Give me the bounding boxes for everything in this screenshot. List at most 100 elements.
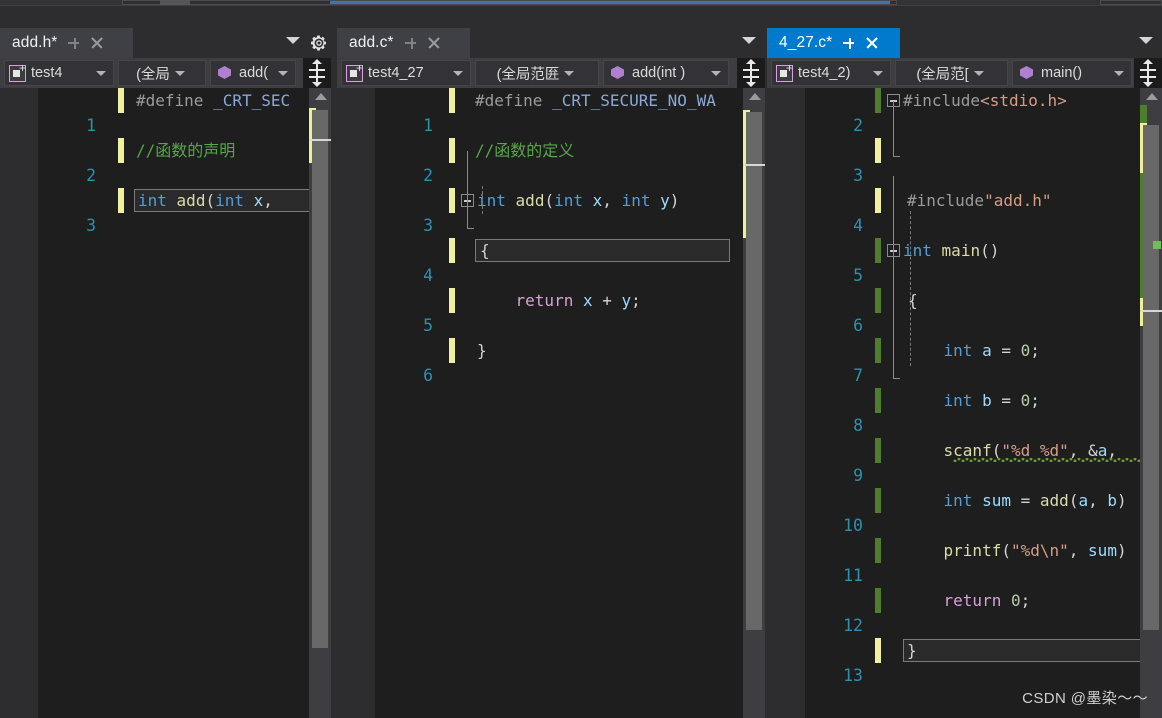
code-area-pane-2[interactable]: 1 #define _CRT_SECURE_NO_WA 2 //函数的定义 3 … — [375, 88, 765, 718]
code-line[interactable]: 7 int a = 0; — [805, 338, 1162, 385]
line-number: 3 — [853, 166, 863, 185]
close-icon[interactable] — [426, 35, 442, 51]
chevron-down-icon[interactable] — [742, 37, 756, 44]
chevron-down-icon — [453, 70, 463, 76]
change-bar — [875, 338, 881, 363]
project-combo[interactable]: test4_27 — [341, 60, 471, 86]
outline-guide-line — [893, 101, 894, 156]
scope-combo[interactable]: (全局范[ — [895, 60, 1008, 86]
navigation-bar-pane-2: test4_27 (全局范匥 add(int ) — [337, 58, 765, 88]
vertical-scrollbar-pane-1[interactable] — [309, 88, 331, 718]
code-area-pane-1[interactable]: 1 #define _CRT_SEC 2 //函数的声明 3 int add(i… — [38, 88, 331, 718]
code-line[interactable]: 8 int b = 0; — [805, 388, 1162, 435]
pin-icon[interactable] — [66, 36, 81, 51]
tab-add-c[interactable]: add.c* — [337, 28, 470, 58]
code-line[interactable]: 6 } — [375, 338, 765, 385]
code-editor-pane-3[interactable]: 2 #include<stdio.h> 3 4 #include"add.h" — [767, 88, 1162, 718]
chevron-down-icon[interactable] — [1139, 37, 1153, 44]
code-line[interactable]: 5 int main() — [805, 238, 1162, 285]
change-bar — [449, 288, 455, 313]
chevron-down-icon — [873, 70, 883, 76]
code-text: { — [480, 241, 490, 260]
code-line[interactable]: 3 int add(int x, — [38, 188, 331, 235]
code-line[interactable]: 3 int add(int x, int y) — [375, 188, 765, 235]
member-combo[interactable]: add(int ) — [603, 60, 729, 86]
code-line[interactable]: 3 — [805, 138, 1162, 185]
code-line[interactable]: 2 #include<stdio.h> — [805, 88, 1162, 135]
project-combo[interactable]: test4 — [4, 60, 114, 86]
scrollbar-thumb[interactable] — [1143, 125, 1159, 630]
change-bar — [875, 438, 881, 463]
line-number: 4 — [423, 266, 433, 285]
code-line[interactable]: 6 { — [805, 288, 1162, 335]
project-combo-label: test4_2) — [798, 65, 851, 81]
close-icon[interactable] — [864, 35, 880, 51]
split-view-icon[interactable] — [737, 58, 765, 88]
change-bar — [875, 638, 881, 663]
line-number: 3 — [86, 216, 96, 235]
code-line[interactable]: 4 { — [375, 238, 765, 285]
code-text: //函数的声明 — [136, 141, 236, 160]
scroll-up-arrow-icon[interactable] — [1146, 93, 1158, 100]
project-icon — [9, 62, 26, 82]
code-line[interactable]: 1 #define _CRT_SECURE_NO_WA — [375, 88, 765, 135]
code-editor-pane-2[interactable]: 1 #define _CRT_SECURE_NO_WA 2 //函数的定义 3 … — [337, 88, 765, 718]
member-combo-label: add(int ) — [632, 65, 686, 81]
outline-guide-elbow — [893, 378, 900, 379]
line-number: 9 — [853, 466, 863, 485]
chrome-strip-right — [1100, 0, 1162, 5]
window-chrome-strip — [0, 0, 1162, 6]
change-bar — [449, 188, 455, 213]
code-line[interactable]: 9 scanf("%d %d", &a, — [805, 438, 1162, 485]
chevron-down-icon[interactable] — [286, 37, 300, 44]
chevron-down-icon — [1114, 70, 1124, 76]
line-number: 2 — [86, 166, 96, 185]
outline-guide-line — [467, 151, 468, 228]
change-bar — [875, 538, 881, 563]
tab-4-27-c[interactable]: 4_27.c* — [767, 28, 900, 58]
change-bar — [875, 488, 881, 513]
code-line[interactable]: 2 //函数的定义 — [375, 138, 765, 185]
code-area-pane-3[interactable]: 2 #include<stdio.h> 3 4 #include"add.h" — [805, 88, 1162, 718]
code-text: } — [907, 641, 917, 660]
tab-row-pane-1: add.h* — [0, 25, 331, 58]
project-combo[interactable]: test4_2) — [771, 60, 891, 86]
code-editor-pane-1[interactable]: 1 #define _CRT_SEC 2 //函数的声明 3 int add(i… — [0, 88, 331, 718]
code-text: #include"add.h" — [907, 191, 1052, 210]
scope-combo[interactable]: (全局范匥 — [475, 60, 599, 86]
code-line[interactable]: 1 #define _CRT_SEC — [38, 88, 331, 135]
gear-icon[interactable] — [310, 34, 328, 52]
code-line[interactable]: 12 return 0; — [805, 588, 1162, 635]
code-text: #define _CRT_SECURE_NO_WA — [475, 91, 716, 110]
code-text: #define _CRT_SEC — [136, 91, 291, 110]
project-icon — [776, 62, 793, 82]
code-text: return 0; — [943, 591, 1031, 610]
scroll-up-arrow-icon[interactable] — [749, 93, 761, 100]
split-view-icon[interactable] — [1134, 58, 1162, 88]
code-line[interactable]: 13 } — [805, 638, 1162, 685]
code-line[interactable]: 10 int sum = add(a, b) — [805, 488, 1162, 535]
close-icon[interactable] — [89, 35, 105, 51]
pin-icon[interactable] — [403, 36, 418, 51]
scrollbar-thumb[interactable] — [312, 110, 328, 648]
code-line[interactable]: 5 return x + y; — [375, 288, 765, 335]
pin-icon[interactable] — [841, 36, 856, 51]
code-line[interactable]: 2 //函数的声明 — [38, 138, 331, 185]
code-line[interactable]: 11 printf("%d\n", sum) — [805, 538, 1162, 585]
code-text: int add(int x, int y) — [477, 191, 680, 210]
vertical-scrollbar-pane-2[interactable] — [743, 88, 765, 718]
editor-pane-4-27-c: 4_27.c* test4_2) (全局范[ main() — [767, 25, 1162, 718]
scrollbar-thumb[interactable] — [746, 112, 762, 630]
scope-combo[interactable]: (全局 — [118, 60, 206, 86]
change-bar — [449, 238, 455, 263]
code-line[interactable]: 4 #include"add.h" — [805, 188, 1162, 235]
caret-position-marker — [309, 139, 331, 141]
scroll-up-arrow-icon[interactable] — [315, 93, 327, 100]
vertical-scrollbar-pane-3[interactable] — [1140, 88, 1162, 718]
member-combo[interactable]: main() — [1012, 60, 1132, 86]
tab-add-h[interactable]: add.h* — [0, 28, 133, 58]
line-number: 2 — [853, 116, 863, 135]
split-view-icon[interactable] — [303, 58, 331, 88]
error-squiggle — [953, 458, 1153, 462]
member-combo[interactable]: add( — [210, 60, 296, 86]
